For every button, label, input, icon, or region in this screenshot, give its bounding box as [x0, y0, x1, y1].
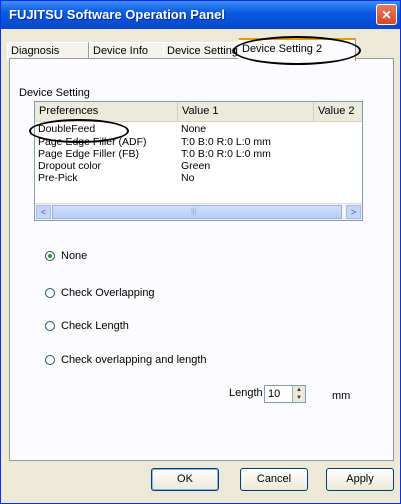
column-label: Value 2	[318, 105, 355, 117]
cell-value: T:0 B:0 R:0 L:0 mm	[181, 148, 271, 160]
spin-down-button[interactable]: ▼	[292, 394, 305, 402]
ok-button[interactable]: OK	[151, 468, 219, 491]
cell-preference: Page Edge Filler (ADF)	[38, 136, 147, 148]
spin-up-button[interactable]: ▲	[292, 386, 305, 394]
dialog-window: FUJITSU Software Operation Panel ✕ Diagn…	[0, 0, 401, 504]
radio-button[interactable]	[45, 251, 55, 261]
cell-value: T:0 B:0 R:0 L:0 mm	[181, 136, 271, 148]
cell-preference: Pre-Pick	[38, 172, 78, 184]
tab-strip: Diagnosis Device Info Device Setting Dev…	[7, 35, 397, 61]
radio-none[interactable]: None	[45, 249, 87, 263]
tab-label: Device Setting 2	[242, 43, 323, 55]
cell-value: None	[181, 123, 207, 135]
column-header-preferences[interactable]: Preferences	[35, 102, 178, 121]
table-row[interactable]: Pre-Pick No	[35, 172, 362, 184]
chevron-left-icon: <	[40, 207, 47, 217]
radio-label: Check Length	[61, 320, 129, 332]
column-header-value-2[interactable]: Value 2	[314, 102, 362, 121]
tab-label: Device Setting	[167, 45, 238, 57]
horizontal-scrollbar[interactable]: < ||| >	[35, 203, 362, 220]
button-label: Apply	[346, 473, 374, 485]
length-label: Length	[229, 387, 263, 399]
cancel-button[interactable]: Cancel	[240, 468, 308, 491]
tab-label: Diagnosis	[11, 45, 60, 57]
column-label: Value 1	[182, 105, 219, 117]
table-row[interactable]: Dropout color Green	[35, 160, 362, 172]
close-icon: ✕	[381, 7, 392, 22]
radio-check-overlapping-and-length[interactable]: Check overlapping and length	[45, 353, 207, 367]
cell-value: No	[181, 172, 195, 184]
title-bar[interactable]: FUJITSU Software Operation Panel ✕	[1, 1, 400, 29]
cell-preference: Page Edge Filler (FB)	[38, 148, 139, 160]
cell-preference: Dropout color	[38, 160, 102, 172]
group-label: Device Setting	[19, 87, 90, 99]
radio-label: Check Overlapping	[61, 287, 155, 299]
tab-device-setting-2[interactable]: Device Setting 2	[238, 38, 356, 61]
length-value[interactable]: 10	[268, 388, 280, 400]
table-row[interactable]: Page Edge Filler (FB) T:0 B:0 R:0 L:0 mm	[35, 148, 362, 160]
table-row[interactable]: Page Edge Filler (ADF) T:0 B:0 R:0 L:0 m…	[35, 136, 362, 148]
button-label: OK	[177, 473, 193, 485]
radio-button[interactable]	[45, 288, 55, 298]
settings-listview[interactable]: Preferences Value 1 Value 2 DoubleFeed N…	[34, 101, 363, 221]
listview-header: Preferences Value 1 Value 2	[35, 102, 362, 122]
radio-check-length[interactable]: Check Length	[45, 319, 129, 333]
length-unit: mm	[332, 390, 351, 402]
scroll-right-button[interactable]: >	[346, 205, 361, 219]
radio-button[interactable]	[45, 355, 55, 365]
cell-value: Green	[181, 160, 211, 172]
tab-label: Device Info	[93, 45, 149, 57]
radio-label: None	[61, 250, 88, 262]
close-button[interactable]: ✕	[376, 4, 397, 25]
column-header-value-1[interactable]: Value 1	[178, 102, 314, 121]
window-title: FUJITSU Software Operation Panel	[9, 7, 225, 22]
chevron-right-icon: >	[350, 207, 357, 217]
button-label: Cancel	[256, 473, 292, 485]
length-stepper[interactable]: 10 ▲ ▼	[264, 385, 306, 403]
scroll-left-button[interactable]: <	[36, 205, 51, 219]
scroll-thumb[interactable]: |||	[52, 205, 342, 219]
radio-check-overlapping[interactable]: Check Overlapping	[45, 286, 155, 300]
radio-button[interactable]	[45, 321, 55, 331]
grip-icon: |||	[191, 208, 197, 215]
cell-preference: DoubleFeed	[38, 123, 96, 135]
apply-button[interactable]: Apply	[326, 468, 394, 491]
radio-label: Check overlapping and length	[61, 354, 207, 366]
table-row[interactable]: DoubleFeed None	[35, 123, 362, 135]
column-label: Preferences	[39, 105, 99, 117]
